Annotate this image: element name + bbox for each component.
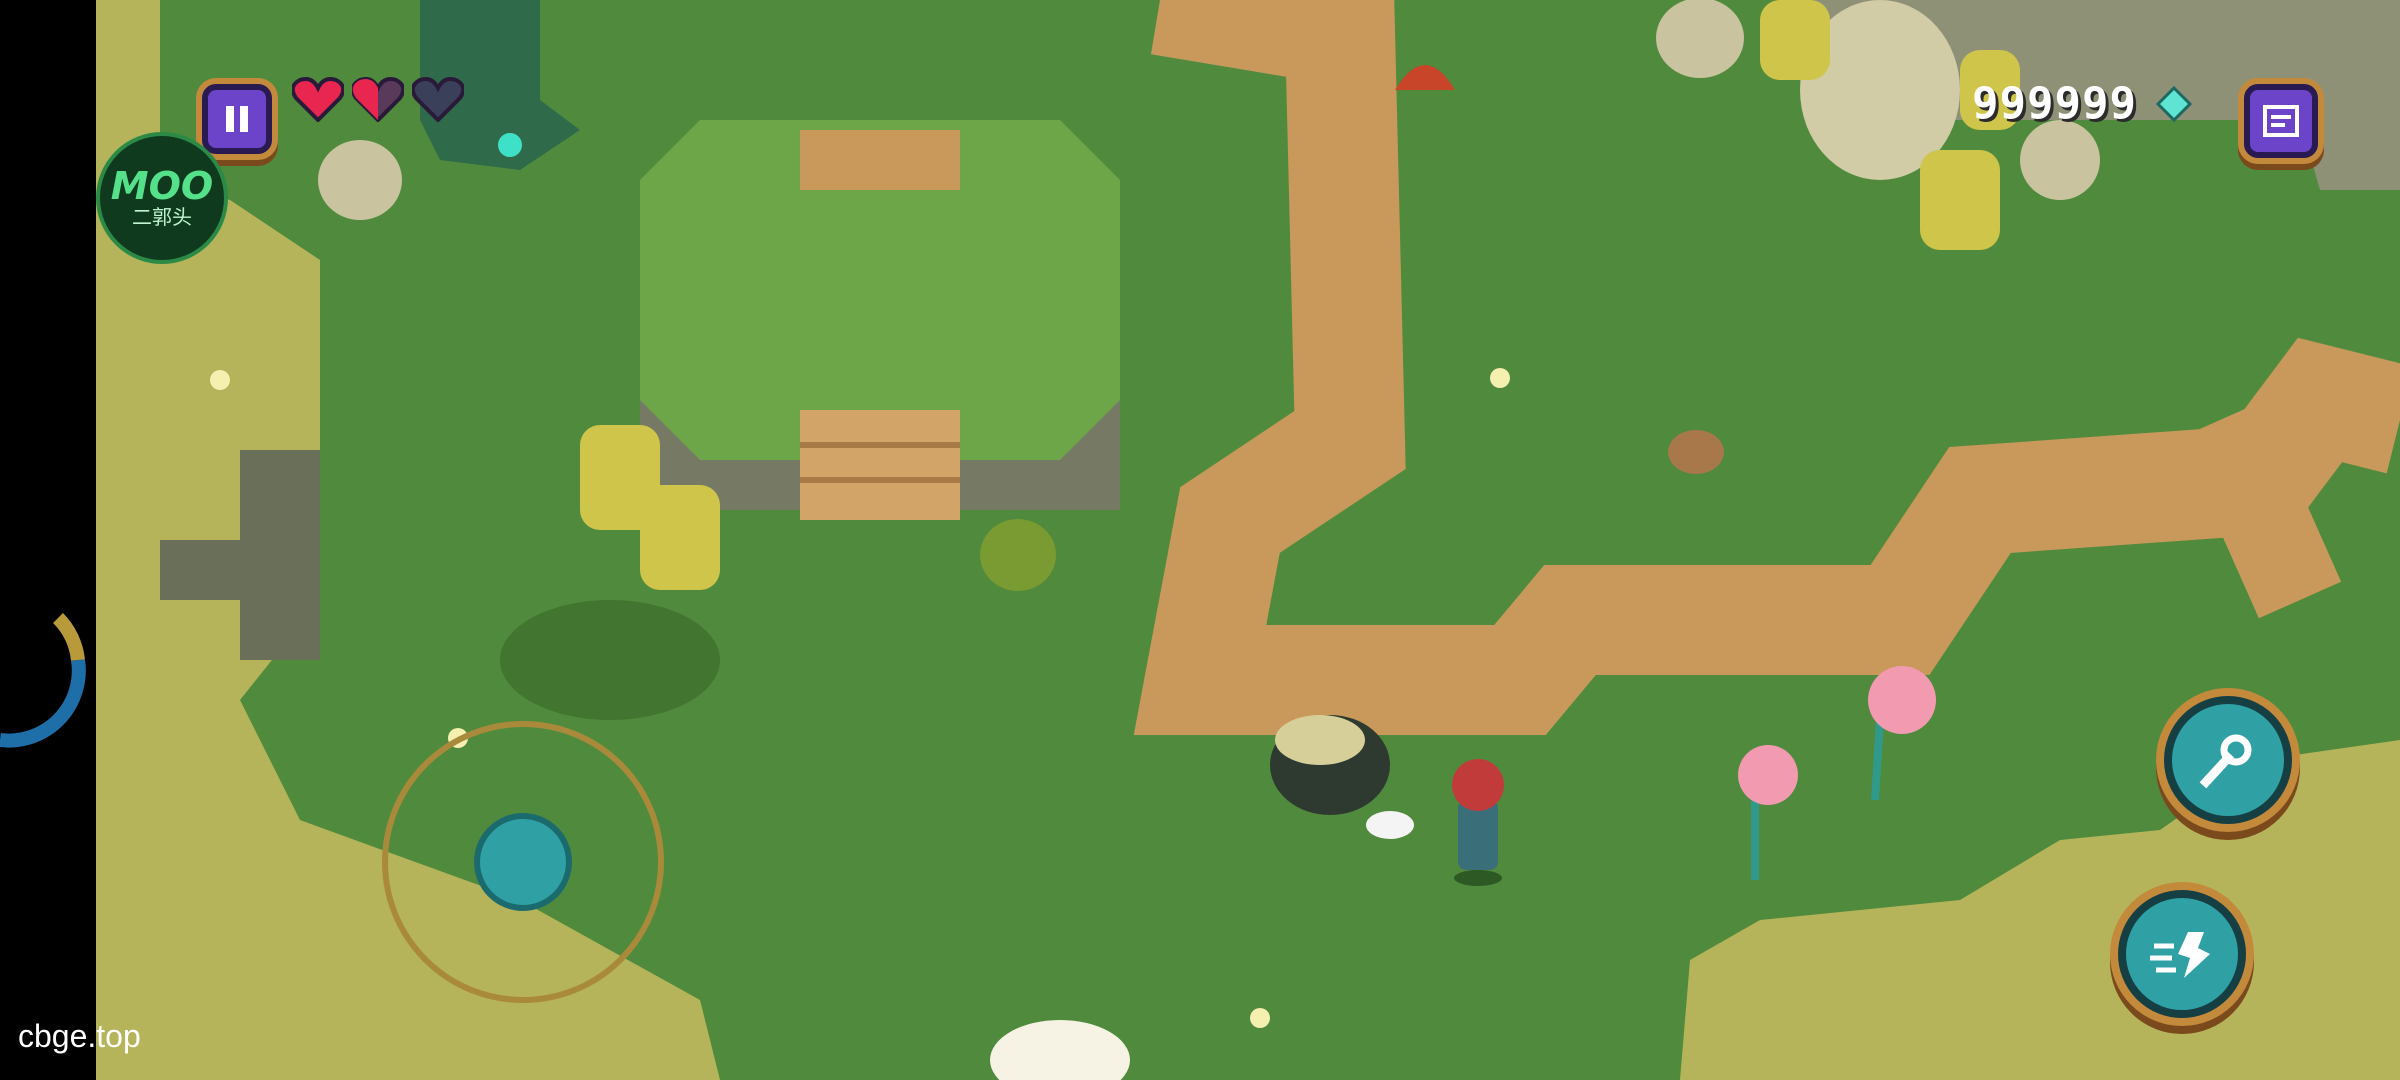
journal-button[interactable] — [2244, 84, 2318, 158]
attack-button[interactable] — [2164, 696, 2292, 824]
small-rock — [1668, 430, 1724, 474]
badge-subtitle: 二郭头 — [132, 205, 192, 229]
tall-grass — [1920, 150, 2000, 250]
flower-bush — [980, 519, 1056, 591]
pause-button[interactable] — [202, 84, 272, 154]
heart-icon-half — [352, 77, 404, 122]
tall-grass — [640, 485, 720, 590]
heart-icon-empty — [412, 77, 464, 122]
dash-button[interactable] — [2118, 890, 2246, 1018]
plateau-stairs — [800, 410, 960, 520]
mole-enemy-shell — [1275, 715, 1365, 765]
boulder — [318, 140, 402, 220]
moo-badge: MOO 二郭头 — [96, 132, 228, 264]
game-world — [0, 0, 2400, 1080]
tall-grass — [1760, 0, 1830, 80]
tree-glow — [498, 133, 522, 157]
gem-icon — [2156, 86, 2192, 122]
pink-mushroom — [1868, 666, 1936, 734]
watermark-text: cbge.top — [18, 1018, 141, 1054]
boulder — [1656, 0, 1744, 78]
pause-icon — [226, 106, 248, 132]
mushroom-stem — [1871, 719, 1884, 801]
left-letterbox — [0, 0, 96, 1080]
coin-counter: 999999 — [1972, 78, 2137, 129]
health-bar — [292, 76, 472, 126]
badge-title: MOO — [110, 164, 214, 208]
boulder — [2020, 120, 2100, 200]
pink-mushroom — [1738, 745, 1798, 805]
flower — [1490, 368, 1510, 388]
sword-icon — [2199, 734, 2252, 789]
hero-head — [1452, 759, 1504, 811]
flower — [1250, 1008, 1270, 1028]
flower — [210, 370, 230, 390]
dash-icon — [2150, 932, 2210, 978]
hero-shadow — [1454, 870, 1502, 886]
joystick-knob[interactable] — [474, 813, 572, 911]
plateau-patch — [800, 130, 960, 190]
ground-shadow — [500, 600, 720, 720]
heart-icon-full — [292, 77, 344, 122]
journal-icon — [2263, 105, 2299, 137]
dust-cloud — [1366, 811, 1414, 839]
